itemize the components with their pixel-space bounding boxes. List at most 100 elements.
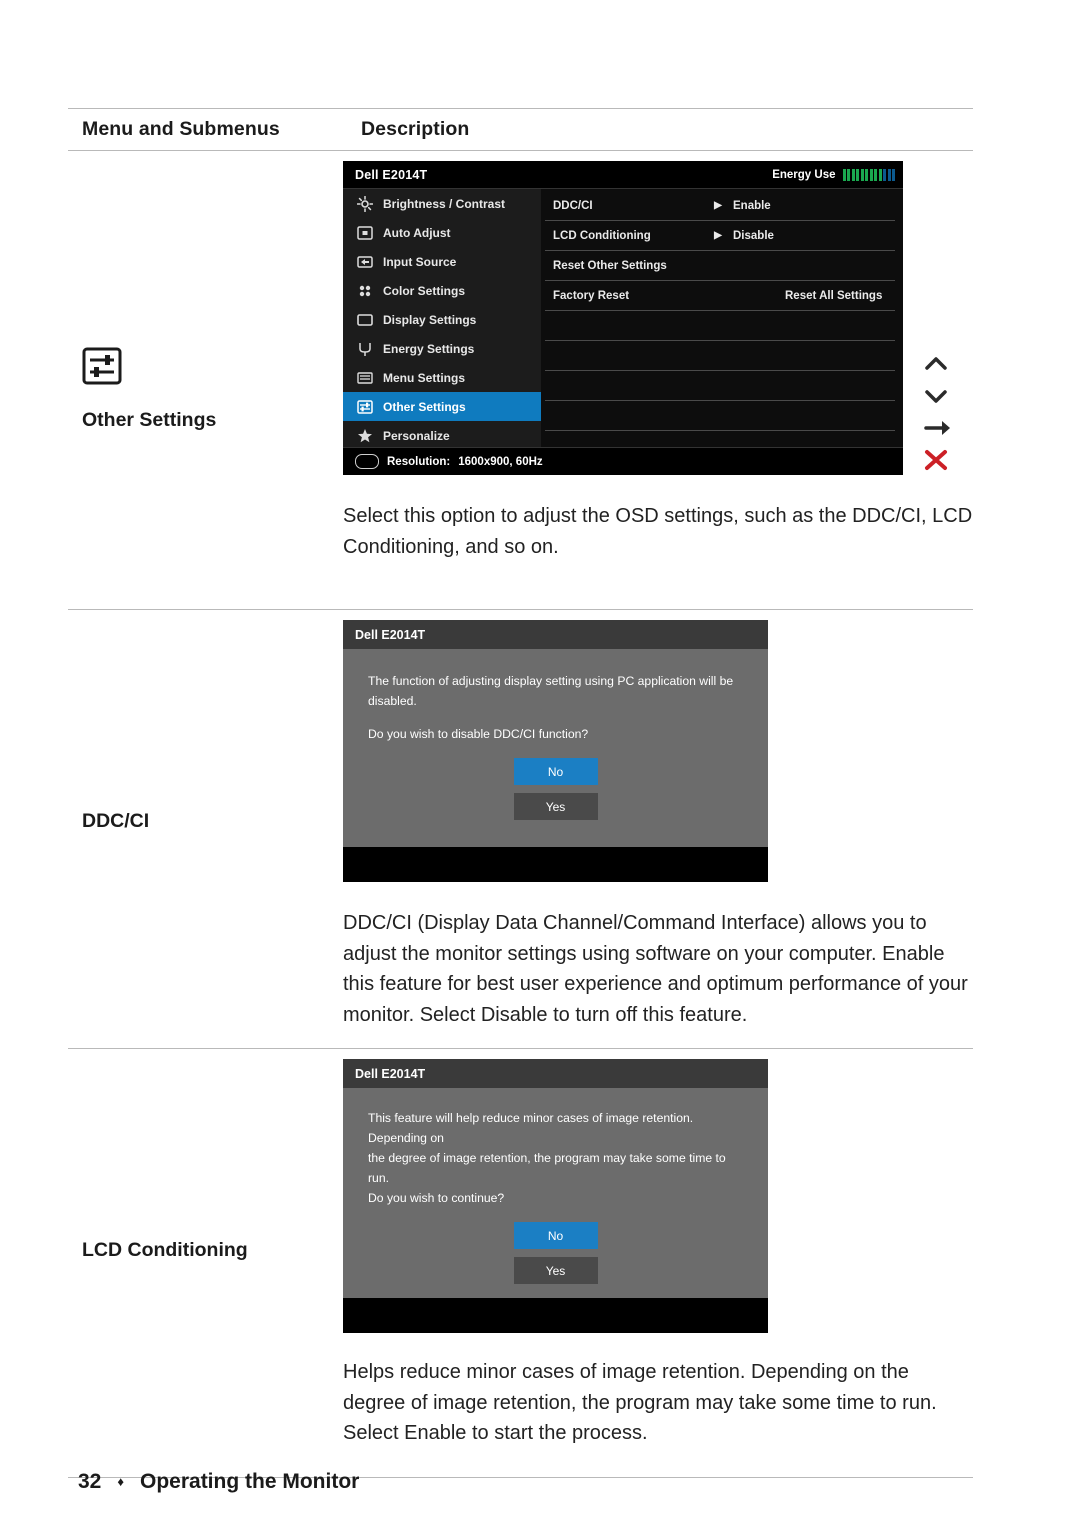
osd-option-panel[interactable]: DDC/CI ▶ Enable LCD Conditioning ▶ Disable Res… xyxy=(541,189,903,447)
osd-menu-item-label: Menu Settings xyxy=(383,370,466,385)
brightness-icon xyxy=(356,195,374,212)
osd-option-name: Factory Reset xyxy=(553,289,630,302)
row-lcd-label-cell: LCD Conditioning xyxy=(68,1049,343,1477)
osd-menu-item-color-settings[interactable]: Color Settings xyxy=(343,276,541,305)
enter-arrow-button[interactable] xyxy=(918,415,954,441)
osd-resolution-label: Resolution: xyxy=(387,455,451,468)
lcd-dialog-footer xyxy=(343,1298,768,1333)
row-label-ddcci: DDC/CI xyxy=(82,810,150,832)
page-number: 32 xyxy=(78,1470,102,1493)
bullet-diamond-icon: ♦ xyxy=(117,1473,124,1489)
table-row: Other Settings Dell E2014T Energy Use Br… xyxy=(68,150,973,609)
osd-option-empty-row: . xyxy=(545,401,895,431)
osd-menu-item-display-settings[interactable]: Display Settings xyxy=(343,305,541,334)
osd-option-value: Disable xyxy=(733,229,774,242)
footer-section-title: Operating the Monitor xyxy=(140,1470,360,1493)
osd-option-name: DDC/CI xyxy=(553,199,593,212)
osd-menu-item-personalize[interactable]: Personalize xyxy=(343,421,541,450)
menu-description-table: Menu and Submenus Description Other Sett… xyxy=(68,108,973,1478)
osd-option-value: Reset All Settings xyxy=(785,289,883,302)
osd-footer: Resolution: 1600x900, 60Hz xyxy=(343,447,903,475)
osd-menu-item-input-source[interactable]: Input Source xyxy=(343,247,541,276)
osd-menu-item-auto-adjust[interactable]: Auto Adjust xyxy=(343,218,541,247)
lcd-no-button[interactable]: No xyxy=(513,1222,598,1249)
up-arrow-button[interactable] xyxy=(918,351,954,377)
osd-menu-item-label: Energy Settings xyxy=(383,341,475,356)
osd-menu-item-label: Personalize xyxy=(383,428,450,443)
row-other-settings-desc-cell: Dell E2014T Energy Use Brightness / Cont… xyxy=(343,151,973,609)
row-label-lcd-conditioning: LCD Conditioning xyxy=(82,1239,248,1261)
lcd-dialog-title: Dell E2014T xyxy=(343,1059,768,1088)
osd-option-value: Enable xyxy=(733,199,771,212)
osd-menu-item-label: Input Source xyxy=(383,254,457,269)
osd-option-arrow-icon: ▶ xyxy=(714,200,722,211)
color-settings-icon xyxy=(356,283,374,299)
osd-option-factory-reset[interactable]: Factory Reset Reset All Settings xyxy=(545,281,895,311)
osd-energy-bars xyxy=(842,168,895,181)
osd-menu-item-other-settings[interactable]: Other Settings xyxy=(343,392,541,421)
osd-option-arrow-icon: ▶ xyxy=(714,230,722,241)
osd-main-window: Dell E2014T Energy Use Brightness / Cont… xyxy=(343,161,903,475)
osd-option-empty-row: . xyxy=(545,311,895,341)
osd-menu-item-label: Brightness / Contrast xyxy=(383,196,506,211)
osd-option-ddc-ci[interactable]: DDC/CI ▶ Enable xyxy=(545,191,895,221)
table-row: LCD Conditioning Dell E2014T This featur… xyxy=(68,1048,973,1477)
other-settings-icon xyxy=(82,347,122,390)
page-footer: 32 ♦ Operating the Monitor xyxy=(78,1470,359,1494)
ddcci-dialog: Dell E2014T The function of adjusting di… xyxy=(343,620,768,882)
lcd-dialog-body: This feature will help reduce minor case… xyxy=(343,1088,768,1284)
osd-option-name: LCD Conditioning xyxy=(553,229,651,242)
osd-option-lcd-conditioning[interactable]: LCD Conditioning ▶ Disable xyxy=(545,221,895,251)
osd-energy-label: Energy Use xyxy=(772,168,836,181)
header-cell-menu: Menu and Submenus xyxy=(68,109,357,150)
row-label-other-settings: Other Settings xyxy=(82,409,217,431)
down-arrow-button[interactable] xyxy=(918,383,954,409)
osd-menu-item-brightness-contrast[interactable]: Brightness / Contrast xyxy=(343,189,541,218)
display-settings-icon xyxy=(356,312,374,328)
description-other-settings: Select this option to adjust the OSD set… xyxy=(343,505,973,558)
close-x-button[interactable] xyxy=(918,447,954,473)
document-page: Menu and Submenus Description Other Sett… xyxy=(0,0,1080,1532)
ddcci-dialog-line1: The function of adjusting display settin… xyxy=(368,674,734,688)
osd-option-empty-row: . xyxy=(545,371,895,401)
osd-menu-item-label: Other Settings xyxy=(383,399,466,414)
header-cell-description: Description xyxy=(357,109,973,150)
ddcci-dialog-footer xyxy=(343,847,768,882)
osd-option-name: Reset Other Settings xyxy=(553,259,667,272)
lcd-dialog: Dell E2014T This feature will help reduc… xyxy=(343,1059,768,1333)
ddcci-no-button[interactable]: No xyxy=(513,758,598,785)
osd-option-reset-other-settings[interactable]: Reset Other Settings xyxy=(545,251,895,281)
lcd-dialog-line3: Do you wish to continue? xyxy=(368,1191,505,1205)
osd-body: Brightness / Contrast Auto Adjust Input So… xyxy=(343,189,903,447)
osd-menu-item-label: Color Settings xyxy=(383,283,466,298)
row-ddcci-desc-cell: Dell E2014T The function of adjusting di… xyxy=(343,610,973,1048)
description-ddcci: DDC/CI (Display Data Channel/Command Int… xyxy=(343,912,968,1026)
osd-menu-item-label: Auto Adjust xyxy=(383,225,451,240)
lcd-dialog-line1: This feature will help reduce minor case… xyxy=(368,1111,694,1145)
ddcci-yes-button[interactable]: Yes xyxy=(513,793,598,820)
lcd-dialog-buttons: No Yes xyxy=(368,1208,743,1284)
menu-settings-icon xyxy=(356,370,374,386)
energy-settings-icon xyxy=(356,341,374,357)
ddcci-dialog-line2: disabled. xyxy=(368,694,417,708)
lcd-yes-button[interactable]: Yes xyxy=(513,1257,598,1284)
osd-model-name: Dell E2014T xyxy=(355,167,428,182)
osd-resolution-value: 1600x900, 60Hz xyxy=(458,455,543,468)
header-description-label: Description xyxy=(361,118,470,140)
row-lcd-desc-cell: Dell E2014T This feature will help reduc… xyxy=(343,1049,973,1477)
table-header-row: Menu and Submenus Description xyxy=(68,108,973,150)
lcd-dialog-line2: the degree of image retention, the progr… xyxy=(368,1151,726,1185)
row-other-settings-label-cell: Other Settings xyxy=(68,151,343,609)
osd-energy-use: Energy Use xyxy=(772,168,895,181)
monitor-icon xyxy=(355,454,379,469)
osd-option-empty-row: . xyxy=(545,341,895,371)
row-ddcci-label-cell: DDC/CI xyxy=(68,610,343,1048)
osd-side-buttons[interactable] xyxy=(915,351,957,473)
osd-menu-item-menu-settings[interactable]: Menu Settings xyxy=(343,363,541,392)
auto-adjust-icon xyxy=(356,225,374,241)
header-menu-label: Menu and Submenus xyxy=(82,118,280,140)
osd-menu-item-energy-settings[interactable]: Energy Settings xyxy=(343,334,541,363)
osd-menu-item-label: Display Settings xyxy=(383,312,477,327)
table-row: DDC/CI Dell E2014T The function of adjus… xyxy=(68,609,973,1048)
osd-menu-list[interactable]: Brightness / Contrast Auto Adjust Input So… xyxy=(343,189,541,447)
